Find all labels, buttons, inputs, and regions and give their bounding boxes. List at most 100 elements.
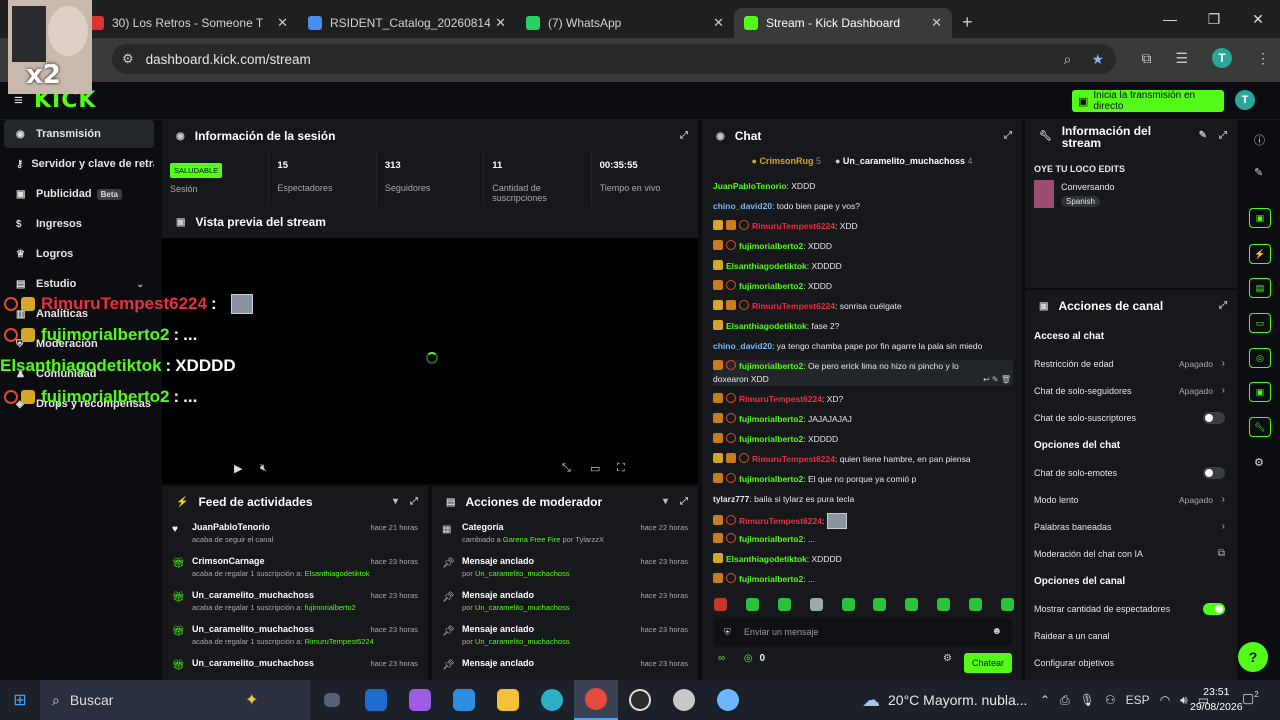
- chat-username[interactable]: chino_david20: [713, 201, 772, 211]
- tab-close-icon[interactable]: ✕: [277, 15, 288, 31]
- mic-icon[interactable]: 🎙︎: [1080, 693, 1095, 707]
- theater-icon[interactable]: ▭: [590, 462, 600, 475]
- feed-item[interactable]: ♥ JuanPabloTenorio acaba de seguir el cana…: [162, 518, 428, 552]
- mod-action-item[interactable]: 📌︎ Mensaje anclado por Un_caramelito_mucha…: [432, 620, 698, 654]
- channel-setting-row[interactable]: Modo lento Apagado ›: [1025, 486, 1237, 513]
- mod-action-item[interactable]: 📌︎ Mensaje anclado por Un_caramelito_mucha…: [432, 552, 698, 586]
- chat-username[interactable]: tylarz777: [713, 494, 749, 504]
- help-button[interactable]: ?: [1238, 642, 1268, 672]
- chat-username[interactable]: fujimorialberto2: [739, 534, 803, 544]
- send-chat-button[interactable]: Chatear: [964, 653, 1012, 673]
- emote-icon[interactable]: [873, 598, 887, 611]
- task-view-icon[interactable]: [310, 680, 354, 720]
- chat-message[interactable]: RimuruTempest6224: XD?: [713, 393, 1013, 406]
- feed-item[interactable]: 🎁︎ Un_caramelito_muchachoss hace 23 horas: [162, 654, 428, 680]
- chat-message[interactable]: fujimorialberto2: Oe pero erick lima no …: [713, 360, 1013, 386]
- store-icon[interactable]: [442, 680, 486, 720]
- chat-message[interactable]: chino_david20: todo bien pape y vos?: [713, 200, 1013, 213]
- chat-message[interactable]: Elsanthiagodetiktok: XDDDD: [713, 260, 1013, 273]
- chat-username[interactable]: Elsanthiagodetiktok: [726, 554, 807, 564]
- chat-username[interactable]: fujimorialberto2: [739, 434, 803, 444]
- chat-input[interactable]: ⛨ Enviar un mensaje ☻: [714, 618, 1012, 646]
- zoom-icon[interactable]: ⌕: [1064, 51, 1072, 68]
- user-avatar[interactable]: T: [1235, 90, 1255, 110]
- delete-icon[interactable]: 🗑︎: [1001, 375, 1011, 384]
- camera-icon[interactable]: ⎙: [1060, 693, 1070, 708]
- fullscreen-icon[interactable]: ⛶: [617, 462, 625, 475]
- pinned-gifter[interactable]: ● Un_caramelito_muchachoss 4: [835, 156, 973, 166]
- browser-menu-icon[interactable]: ⋮: [1256, 50, 1270, 67]
- toggle-switch[interactable]: [1203, 466, 1225, 479]
- feed-item[interactable]: 🎁︎ Un_caramelito_muchachoss acaba de regal…: [162, 586, 428, 620]
- chat-username[interactable]: RimuruTempest6224: [752, 301, 835, 311]
- feed-item[interactable]: 🎁︎ Un_caramelito_muchachoss acaba de regal…: [162, 620, 428, 654]
- reply-icon[interactable]: ↩: [983, 375, 992, 384]
- menu-icon[interactable]: ≡: [14, 92, 23, 109]
- mute-icon[interactable]: 🔇︎: [260, 462, 267, 475]
- browser-tab[interactable]: Stream - Kick Dashboard ✕: [734, 8, 952, 38]
- emote-icon[interactable]: [937, 598, 951, 611]
- filter-icon[interactable]: ▾: [393, 496, 398, 507]
- expand-icon[interactable]: ⤢: [1219, 300, 1227, 311]
- chat-username[interactable]: RimuruTempest6224: [752, 221, 835, 231]
- chat-username[interactable]: fujimorialberto2: [739, 474, 803, 484]
- chat-username[interactable]: fujimorialberto2: [739, 414, 803, 424]
- browser-tab[interactable]: (7) WhatsApp ✕: [516, 8, 734, 38]
- chat-username[interactable]: chino_david20: [713, 341, 772, 351]
- sidebar-item[interactable]: ⚷ Servidor y clave de retransmisión: [4, 150, 154, 178]
- extensions-icon[interactable]: ⧉: [1141, 50, 1151, 67]
- expand-icon[interactable]: ⤢: [410, 496, 418, 507]
- channel-setting-row[interactable]: Palabras baneadas ›: [1025, 513, 1237, 540]
- chat-message[interactable]: fujimorialberto2: ...: [713, 533, 1013, 546]
- channel-setting-row[interactable]: Configurar objetivos: [1025, 649, 1237, 676]
- emote-icon[interactable]: [745, 598, 759, 611]
- rail-panel-button[interactable]: ▣: [1249, 382, 1271, 402]
- filter-icon[interactable]: ▾: [663, 496, 668, 507]
- link-icon[interactable]: ∞: [718, 653, 725, 664]
- chevron-right-icon[interactable]: ›: [1222, 494, 1225, 505]
- wifi-icon[interactable]: ◠: [1160, 693, 1170, 707]
- emote-icon[interactable]: [809, 598, 823, 611]
- close-window-button[interactable]: ✕: [1236, 11, 1280, 28]
- tab-close-icon[interactable]: ✕: [713, 15, 724, 31]
- outlook-icon[interactable]: [354, 680, 398, 720]
- new-tab-button[interactable]: +: [962, 12, 973, 33]
- windows-start-icon[interactable]: ⊞: [0, 680, 40, 720]
- browser-tab[interactable]: 30) Los Retros - Someone T ✕: [80, 8, 298, 38]
- tab-close-icon[interactable]: ✕: [931, 15, 942, 31]
- chevron-right-icon[interactable]: ›: [1222, 358, 1225, 369]
- chat-username[interactable]: JuanPabloTenorio: [713, 181, 787, 191]
- bluetooth-icon[interactable]: ⚇: [1105, 693, 1116, 707]
- emoji-icon[interactable]: ☻: [991, 626, 1002, 637]
- play-icon[interactable]: ▶: [234, 462, 242, 475]
- edit-icon[interactable]: ✎: [1254, 166, 1263, 179]
- chat-username[interactable]: RimuruTempest6224: [739, 516, 822, 526]
- chat-message[interactable]: fujimorialberto2: JAJAJAJAJ: [713, 413, 1013, 426]
- channel-setting-row[interactable]: Mostrar cantidad de espectadores: [1025, 595, 1237, 622]
- rail-target-button[interactable]: ◎: [1249, 348, 1271, 368]
- file-explorer-icon[interactable]: [486, 680, 530, 720]
- feed-item[interactable]: 🎁︎ CrimsonCarnage acaba de regalar 1 suscr…: [162, 552, 428, 586]
- channel-setting-row[interactable]: Chat de solo-suscriptores: [1025, 404, 1237, 431]
- chevron-up-icon[interactable]: ⌃: [1040, 693, 1050, 707]
- channel-setting-row[interactable]: Chat de solo-emotes: [1025, 459, 1237, 486]
- rail-chat-button[interactable]: ▭: [1249, 313, 1271, 333]
- maximize-button[interactable]: ❐: [1192, 11, 1236, 28]
- channel-setting-row[interactable]: Chat de solo-seguidores Apagado ›: [1025, 377, 1237, 404]
- toggle-switch[interactable]: [1203, 411, 1225, 424]
- emote-icon[interactable]: [841, 598, 855, 611]
- minimize-button[interactable]: —: [1148, 11, 1192, 27]
- site-info-icon[interactable]: ⚙: [122, 51, 134, 67]
- lang-indicator[interactable]: ESP: [1126, 693, 1150, 707]
- edge-icon[interactable]: [530, 680, 574, 720]
- chat-message[interactable]: RimuruTempest6224: sonrisa cuélgate: [713, 300, 1013, 313]
- external-link-icon[interactable]: ⧉: [1218, 548, 1225, 559]
- chat-message[interactable]: fujimorialberto2: XDDD: [713, 280, 1013, 293]
- sidebar-item[interactable]: $ Ingresos: [4, 210, 154, 238]
- chat-message[interactable]: JuanPabloTenorio: XDDD: [713, 180, 1013, 193]
- paint-icon[interactable]: [706, 680, 750, 720]
- chat-username[interactable]: Elsanthiagodetiktok: [726, 261, 807, 271]
- browser-tab[interactable]: RSIDENT_Catalog_20260814.pd ✕: [298, 8, 516, 38]
- chat-message[interactable]: tylarz777: baila si tylarz es pura tecla: [713, 493, 1013, 506]
- chat-username[interactable]: fujimorialberto2: [739, 281, 803, 291]
